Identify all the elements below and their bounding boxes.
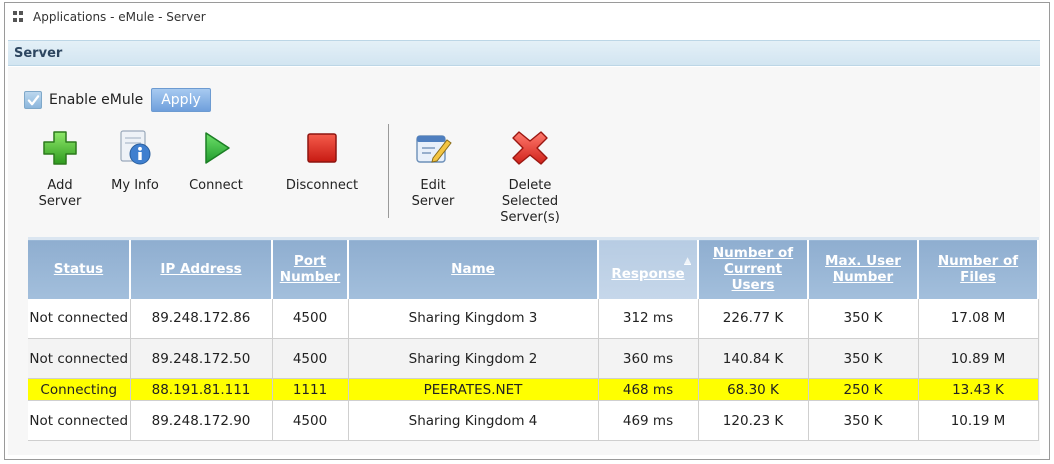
cell-max-users: 350 K [808, 298, 919, 339]
server-table: Status IP Address Port Number Name ▲ Res… [28, 237, 1039, 441]
cell-ip-address: 88.191.81.111 [130, 378, 273, 401]
info-icon [120, 130, 151, 165]
apply-button[interactable]: Apply [151, 88, 211, 112]
cell-response: 469 ms [598, 400, 699, 441]
cell-ip-address: 89.248.172.86 [130, 298, 273, 339]
play-icon [205, 132, 230, 164]
grip-icon [13, 11, 25, 23]
edit-server-label: Edit Server [411, 178, 455, 209]
connect-label: Connect [189, 178, 243, 193]
delete-server-label: Delete Selected Server(s) [500, 178, 560, 225]
cell-current-users: 140.84 K [698, 338, 809, 379]
cell-port: 4500 [272, 298, 349, 339]
cell-status: Not connected [28, 298, 131, 339]
delete-server-button[interactable]: Delete Selected Server(s) [490, 128, 570, 226]
cell-name: Sharing Kingdom 3 [348, 298, 599, 339]
cell-name: Sharing Kingdom 4 [348, 400, 599, 441]
cell-status: Not connected [28, 338, 131, 379]
cell-ip-address: 89.248.172.90 [130, 400, 273, 441]
disconnect-label: Disconnect [285, 178, 359, 193]
cell-max-users: 350 K [808, 400, 919, 441]
column-header-response[interactable]: ▲ Response [598, 237, 699, 299]
title-bar: Applications - eMule - Server [5, 3, 1049, 31]
cell-port: 4500 [272, 338, 349, 379]
cell-name: PEERATES.NET [348, 378, 599, 401]
add-plus-icon [43, 131, 77, 165]
cell-response: 468 ms [598, 378, 699, 401]
column-header-name[interactable]: Name [348, 237, 599, 299]
my-info-button[interactable]: My Info [100, 128, 170, 194]
sort-ascending-icon: ▲ [684, 256, 691, 267]
column-header-port-number[interactable]: Port Number [272, 237, 349, 299]
checkmark-icon [27, 94, 39, 105]
table-header-row: Status IP Address Port Number Name ▲ Res… [28, 237, 1039, 299]
cell-port: 4500 [272, 400, 349, 441]
table-row[interactable]: Not connected 89.248.172.86 4500 Sharing… [28, 298, 1039, 339]
edit-icon [416, 135, 452, 163]
window-title: Applications - eMule - Server [33, 10, 206, 24]
toolbar-separator [388, 124, 389, 218]
column-header-max-user-number[interactable]: Max. User Number [808, 237, 919, 299]
my-info-label: My Info [111, 178, 159, 193]
column-header-status[interactable]: Status [28, 237, 131, 299]
column-header-ip-address[interactable]: IP Address [130, 237, 273, 299]
edit-server-button[interactable]: Edit Server [402, 128, 464, 210]
table-row[interactable]: Not connected 89.248.172.50 4500 Sharing… [28, 338, 1039, 379]
cell-response: 312 ms [598, 298, 699, 339]
cell-ip-address: 89.248.172.50 [130, 338, 273, 379]
add-server-label: Add Server [38, 178, 82, 209]
section-header: Server [8, 40, 1040, 66]
cell-port: 1111 [272, 378, 349, 401]
enable-emule-label: Enable eMule [49, 92, 144, 108]
column-header-response-label: Response [611, 266, 685, 283]
enable-row: Enable eMule Apply [24, 88, 211, 112]
cell-response: 360 ms [598, 338, 699, 379]
stop-icon [307, 133, 337, 163]
section-title: Server [14, 45, 63, 61]
cell-current-users: 120.23 K [698, 400, 809, 441]
cell-name: Sharing Kingdom 2 [348, 338, 599, 379]
disconnect-button[interactable]: Disconnect [256, 128, 388, 194]
enable-emule-checkbox[interactable] [24, 91, 42, 109]
table-row-connecting[interactable]: Connecting 88.191.81.111 1111 PEERATES.N… [28, 378, 1039, 401]
cell-status: Not connected [28, 400, 131, 441]
connect-button[interactable]: Connect [178, 128, 254, 194]
cell-files: 17.08 M [918, 298, 1039, 339]
column-header-current-users[interactable]: Number of Current Users [698, 237, 809, 299]
cell-files: 13.43 K [918, 378, 1039, 401]
column-header-number-of-files[interactable]: Number of Files [918, 237, 1039, 299]
delete-x-icon [512, 131, 548, 165]
cell-current-users: 226.77 K [698, 298, 809, 339]
cell-files: 10.89 M [918, 338, 1039, 379]
table-row[interactable]: Not connected 89.248.172.90 4500 Sharing… [28, 400, 1039, 441]
cell-max-users: 350 K [808, 338, 919, 379]
cell-max-users: 250 K [808, 378, 919, 401]
add-server-button[interactable]: Add Server [30, 128, 90, 210]
cell-status: Connecting [28, 378, 131, 401]
cell-current-users: 68.30 K [698, 378, 809, 401]
cell-files: 10.19 M [918, 400, 1039, 441]
